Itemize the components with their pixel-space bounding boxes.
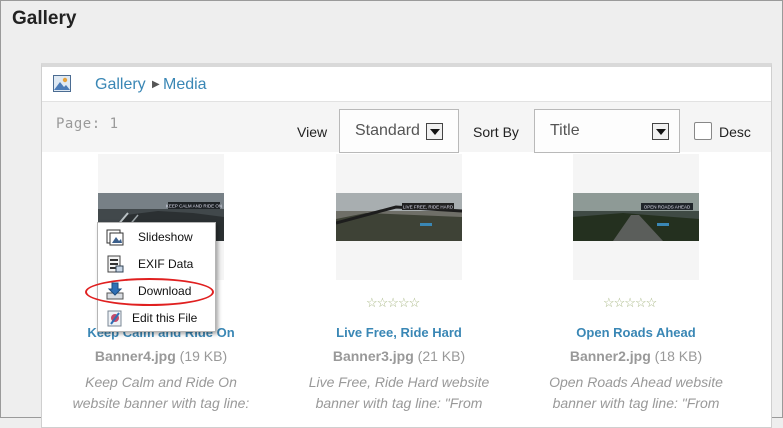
item-file-3: Banner2.jpg (18 KB) <box>569 348 703 364</box>
desc-checkbox[interactable] <box>694 122 712 140</box>
breadcrumb-gallery[interactable]: Gallery <box>95 76 146 94</box>
exif-data-icon <box>107 255 124 273</box>
rating-stars[interactable]: ☆☆☆☆☆ <box>366 295 420 311</box>
item-description-2: Live Free, Ride Hard website banner with … <box>308 374 490 411</box>
thumbnail-2[interactable]: LIVE FREE, RIDE HARD <box>336 154 462 280</box>
desc-label: Desc <box>719 124 751 140</box>
menu-item-exif-data[interactable]: EXIF Data <box>98 252 215 278</box>
view-label: View <box>297 124 328 140</box>
item-title-3[interactable]: Open Roads Ahead <box>516 325 756 340</box>
sortby-select-value: Title <box>550 122 580 139</box>
thumbnail-3[interactable]: OPEN ROADS AHEAD <box>573 154 699 280</box>
breadcrumb-media[interactable]: Media <box>163 76 207 94</box>
edit-file-icon <box>107 310 122 327</box>
banner-image: OPEN ROADS AHEAD <box>573 193 699 241</box>
gallery-toolbar: Page: 1 View Standard Sort By Title Desc <box>42 102 771 153</box>
sortby-select[interactable]: Title <box>534 109 680 153</box>
page-title: Gallery <box>12 8 77 29</box>
breadcrumb: Gallery ▶ Media <box>42 67 771 102</box>
menu-item-edit-file[interactable]: Edit this File <box>98 306 215 332</box>
chevron-down-icon[interactable] <box>652 123 669 140</box>
menu-item-slideshow[interactable]: Slideshow <box>98 225 215 251</box>
highlight-oval <box>85 278 214 306</box>
item-file-2: Banner3.jpg (21 KB) <box>332 348 466 364</box>
image-icon <box>53 75 71 92</box>
context-menu: Slideshow EXIF Data Download Edit this F… <box>97 222 216 332</box>
sortby-label: Sort By <box>473 124 519 140</box>
banner-image: LIVE FREE, RIDE HARD <box>336 193 462 241</box>
item-title-2[interactable]: Live Free, Ride Hard <box>279 325 519 340</box>
view-select-value: Standard <box>355 122 420 139</box>
item-description-1: Keep Calm and Ride On website banner with… <box>72 374 250 411</box>
item-description-3: Open Roads Ahead website banner with tag … <box>549 374 723 411</box>
svg-text:LIVE FREE, RIDE HARD: LIVE FREE, RIDE HARD <box>403 205 454 210</box>
slideshow-icon <box>106 229 124 246</box>
page-indicator: Page: 1 <box>56 116 119 132</box>
svg-text:OPEN ROADS AHEAD: OPEN ROADS AHEAD <box>644 205 691 210</box>
rating-stars[interactable]: ☆☆☆☆☆ <box>603 295 657 311</box>
item-file-1: Banner4.jpg (19 KB) <box>94 348 228 364</box>
view-select[interactable]: Standard <box>339 109 459 153</box>
svg-text:KEEP CALM AND RIDE ON: KEEP CALM AND RIDE ON <box>166 204 222 209</box>
breadcrumb-separator-icon: ▶ <box>152 79 160 90</box>
chevron-down-icon[interactable] <box>426 123 443 140</box>
